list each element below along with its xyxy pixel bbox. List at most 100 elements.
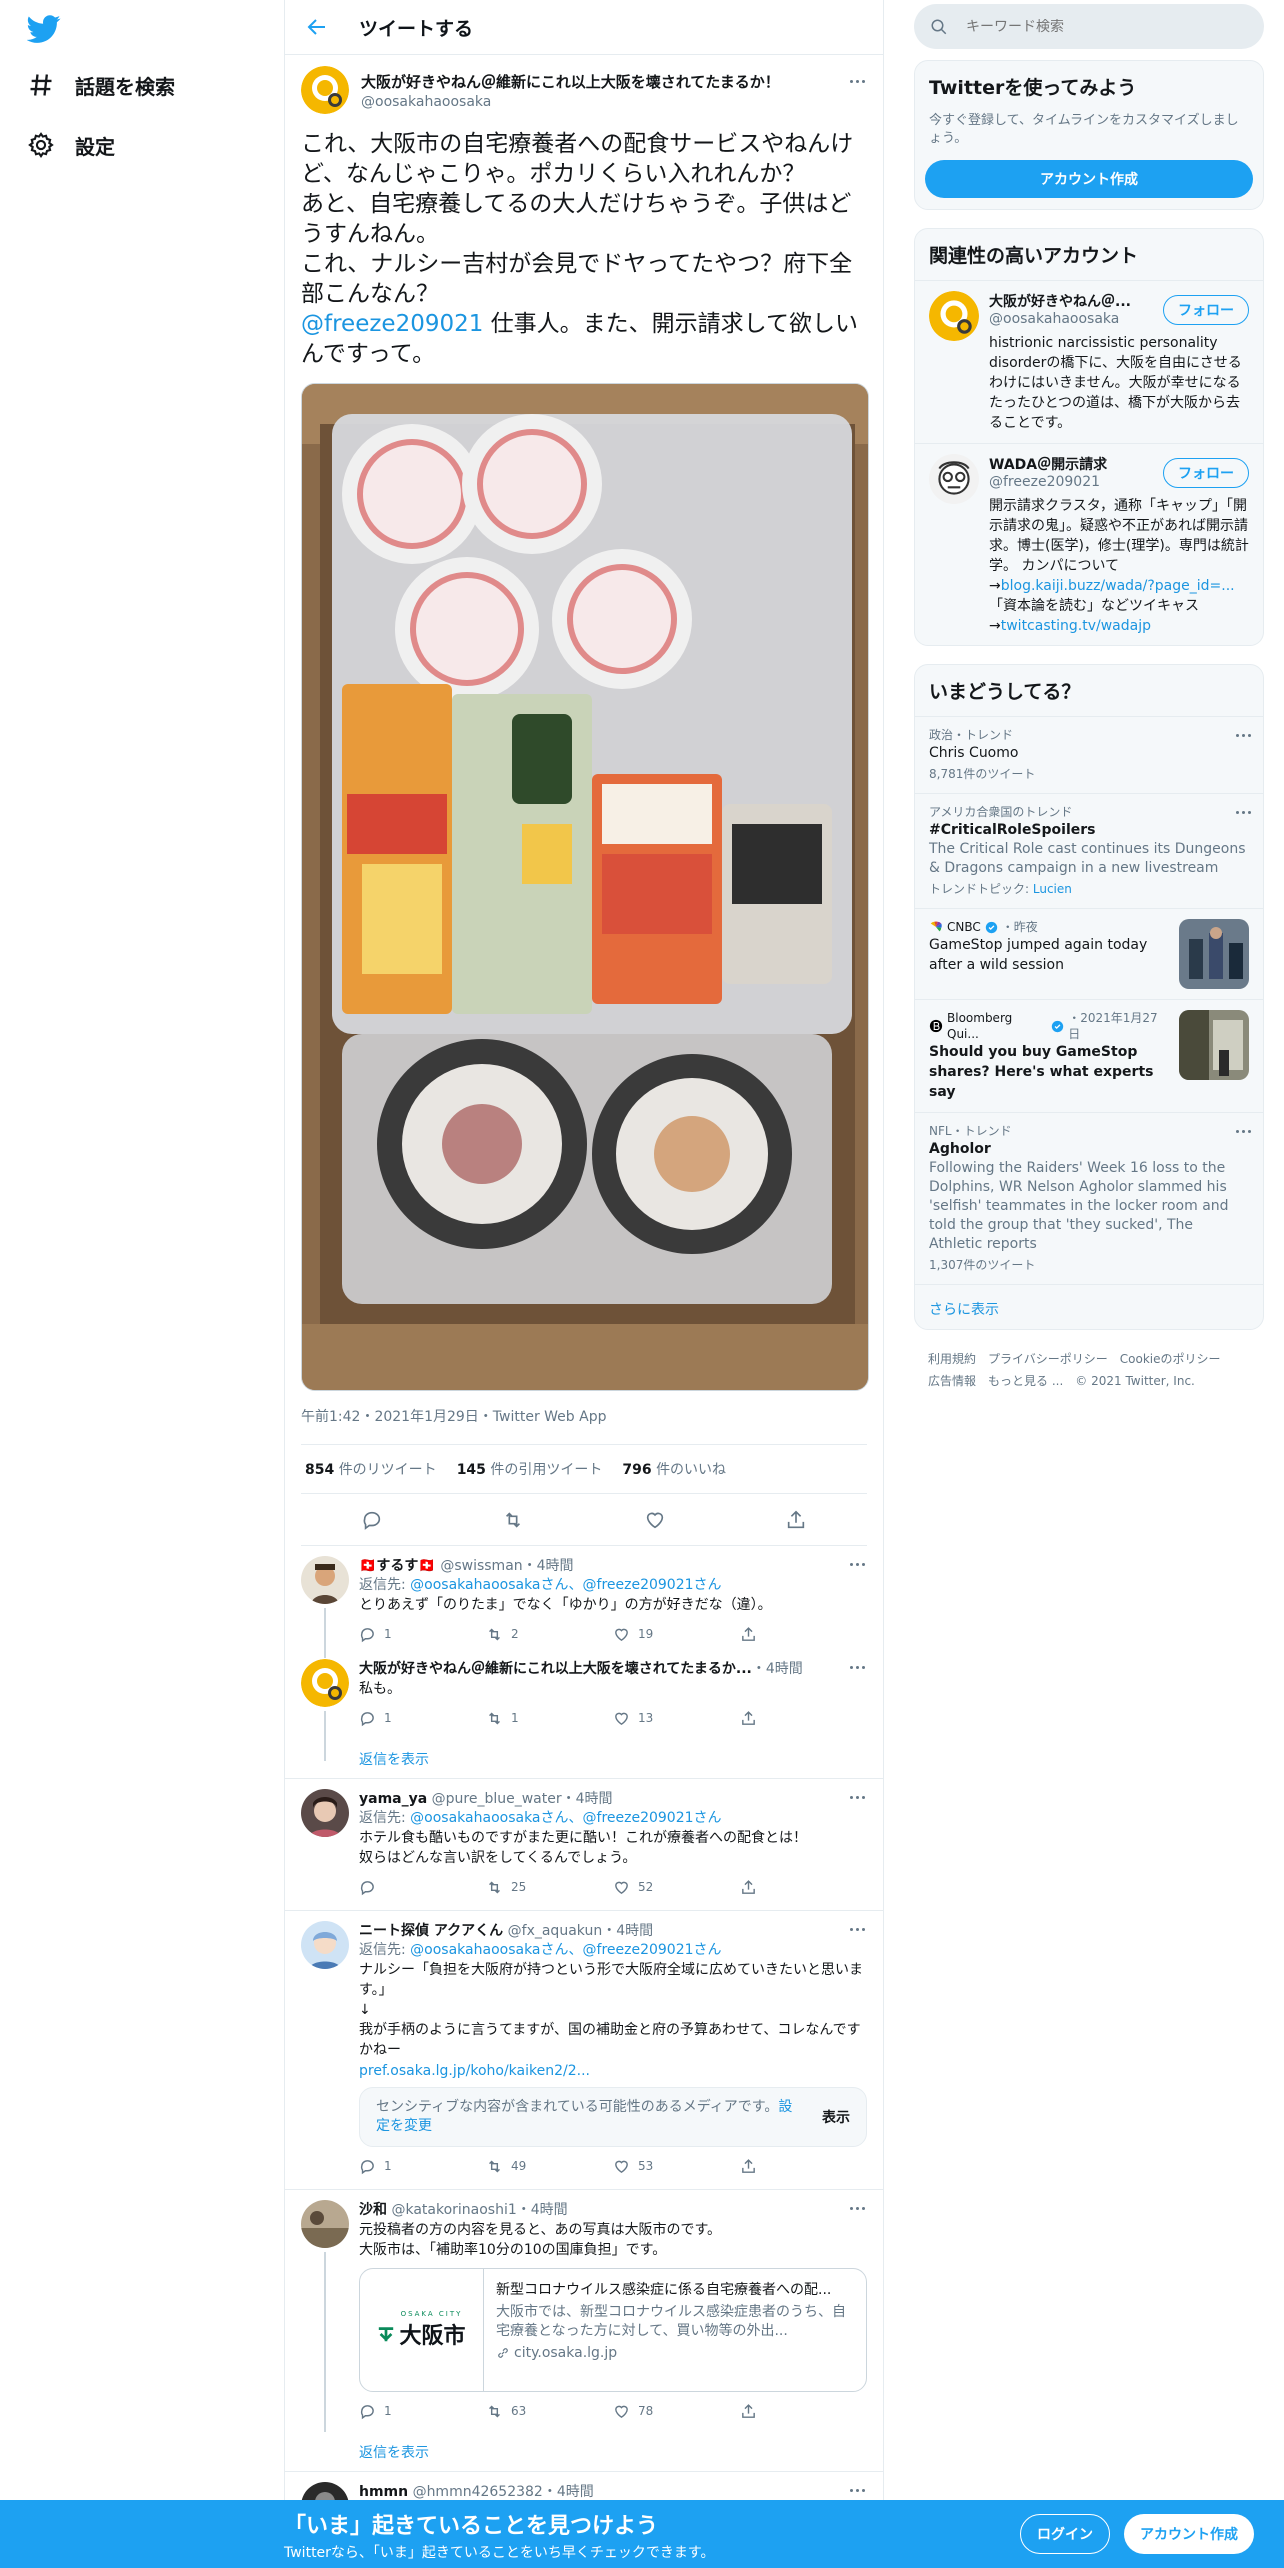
author-handle[interactable]: @oosakahaoosaka <box>361 94 780 110</box>
share-button[interactable] <box>740 2158 867 2175</box>
retweet-button[interactable]: 25 <box>486 1879 613 1896</box>
more-options-icon[interactable] <box>847 1921 867 1937</box>
reply-tweet[interactable]: yama_ya @pure_blue_water・4時間 返信先: @oosak… <box>285 1779 883 1911</box>
retweet-button[interactable]: 2 <box>486 1626 613 1643</box>
show-replies-link[interactable]: 返信を表示 <box>285 1741 883 1779</box>
trend-item[interactable]: NFL・トレンド Agholor Following the Raiders' … <box>915 1112 1263 1284</box>
footer-link[interactable]: Cookieのポリシー <box>1120 1352 1221 1366</box>
like-icon[interactable] <box>644 1509 666 1531</box>
reply-author-name[interactable]: 大阪が好きやねん＠維新にこれ以上大阪を壊されてたまるか... <box>359 1661 752 1677</box>
reply-author-handle[interactable]: @swissman <box>440 1558 522 1574</box>
tweet-timestamp[interactable]: 午前1:42・2021年1月29日・Twitter Web App <box>301 1406 867 1434</box>
author-name[interactable]: 大阪が好きやねん＠維新にこれ以上大阪を壊されてたまるか！ <box>361 71 780 92</box>
more-options-icon[interactable] <box>1233 1123 1253 1139</box>
more-options-icon[interactable] <box>847 73 867 89</box>
reply-author-name[interactable]: 沙和 <box>359 2202 387 2218</box>
reply-button[interactable]: 1 <box>359 1626 486 1643</box>
bio-link[interactable]: blog.kaiji.buzz/wada/?page_id=... <box>1001 578 1235 594</box>
bio-link[interactable]: twitcasting.tv/wadajp <box>1001 618 1151 634</box>
reply-link[interactable]: pref.osaka.lg.jp/koho/kaiken2/2... <box>359 2063 590 2079</box>
reply-to-link[interactable]: @oosakahaoosakaさん、@freeze209021さん <box>410 1810 721 1826</box>
reply-author-name[interactable]: ニート探偵 アクアくん <box>359 1923 503 1939</box>
avatar[interactable] <box>929 291 979 341</box>
reply-author-name[interactable]: 🇨🇭するす🇨🇭 <box>359 1558 436 1574</box>
like-button[interactable]: 78 <box>613 2403 740 2420</box>
link-card[interactable]: OSAKA CITY 大阪市 新型コロナウイルス感染症に係る自宅療養者への配..… <box>359 2268 867 2392</box>
trend-topic-link[interactable]: Lucien <box>1033 882 1072 896</box>
account-item[interactable]: WADA＠開示請求 @freeze209021 開示請求クラスタ，通称「キャップ… <box>915 443 1263 645</box>
avatar[interactable] <box>301 2200 349 2248</box>
avatar[interactable] <box>301 1789 349 1837</box>
reply-author-handle[interactable]: @katakorinaoshi1 <box>391 2202 516 2218</box>
footer-link[interactable]: もっと見る ... <box>988 1374 1063 1388</box>
news-item[interactable]: CNBC ・昨夜 GameStop jumped again today afte… <box>915 908 1263 999</box>
reply-author-name[interactable]: hmmn <box>359 2484 408 2500</box>
reply-button[interactable]: 1 <box>359 2403 486 2420</box>
share-button[interactable] <box>740 1626 867 1643</box>
tweet-photo[interactable] <box>301 383 869 1391</box>
reply-to-link[interactable]: @oosakahaoosakaさん、@freeze209021さん <box>410 1577 721 1593</box>
news-item[interactable]: Bloomberg Qui... ・2021年1月27日 Should you b… <box>915 999 1263 1112</box>
reply-button[interactable]: 1 <box>359 2158 486 2175</box>
share-button[interactable] <box>740 1710 867 1727</box>
retweet-count[interactable]: 854 件のリツイート <box>305 1459 437 1479</box>
reply-tweet[interactable]: ニート探偵 アクアくん @fx_aquakun・4時間 返信先: @oosaka… <box>285 1911 883 2190</box>
like-count[interactable]: 796 件のいいね <box>622 1459 726 1479</box>
share-icon[interactable] <box>785 1509 807 1531</box>
trend-item[interactable]: アメリカ合衆国のトレンド #CriticalRoleSpoilers The C… <box>915 793 1263 908</box>
reply-time[interactable]: ・4時間 <box>602 1923 653 1939</box>
mention-link[interactable]: @freeze209021 <box>301 311 483 337</box>
account-item[interactable]: 大阪が好きやねん＠... @oosakahaoosaka histrionic … <box>915 280 1263 443</box>
reply-icon[interactable] <box>361 1509 383 1531</box>
footer-link[interactable]: 利用規約 <box>928 1352 976 1366</box>
reply-time[interactable]: ・4時間 <box>517 2202 568 2218</box>
like-button[interactable]: 52 <box>613 1879 740 1896</box>
reply-time[interactable]: ・4時間 <box>543 2484 594 2500</box>
reply-button[interactable]: 1 <box>359 1710 486 1727</box>
search-input[interactable] <box>966 18 1246 35</box>
footer-link[interactable]: プライバシーポリシー <box>988 1352 1108 1366</box>
retweet-icon[interactable] <box>502 1509 524 1531</box>
retweet-button[interactable]: 1 <box>486 1710 613 1727</box>
login-button[interactable]: ログイン <box>1020 2514 1110 2554</box>
follow-button[interactable]: フォロー <box>1163 295 1249 325</box>
more-options-icon[interactable] <box>847 1659 867 1675</box>
quote-count[interactable]: 145 件の引用ツイート <box>457 1459 603 1479</box>
trend-item[interactable]: 政治・トレンド Chris Cuomo 8,781件のツイート <box>915 716 1263 793</box>
avatar[interactable] <box>301 1556 349 1604</box>
more-options-icon[interactable] <box>847 2482 867 2498</box>
more-options-icon[interactable] <box>847 1789 867 1805</box>
reply-author-handle[interactable]: @hmmn42652382 <box>413 2484 543 2500</box>
retweet-button[interactable]: 49 <box>486 2158 613 2175</box>
reply-time[interactable]: ・4時間 <box>523 1558 574 1574</box>
reply-author-handle[interactable]: @pure_blue_water <box>432 1791 562 1807</box>
account-name[interactable]: WADA＠開示請求 <box>989 454 1149 474</box>
show-replies-link[interactable]: 返信を表示 <box>285 2434 883 2472</box>
more-options-icon[interactable] <box>847 1556 867 1572</box>
follow-button[interactable]: フォロー <box>1163 458 1249 488</box>
more-options-icon[interactable] <box>1233 727 1253 743</box>
like-button[interactable]: 53 <box>613 2158 740 2175</box>
share-button[interactable] <box>740 1879 867 1896</box>
more-options-icon[interactable] <box>1233 804 1253 820</box>
reply-author-name[interactable]: yama_ya <box>359 1791 427 1807</box>
footer-link[interactable]: 広告情報 <box>928 1374 976 1388</box>
create-account-button[interactable]: アカウント作成 <box>925 160 1253 198</box>
avatar[interactable] <box>929 454 979 504</box>
reply-tweet[interactable]: 🇨🇭するす🇨🇭 @swissman・4時間 返信先: @oosakahaoosa… <box>285 1546 883 1658</box>
retweet-button[interactable]: 63 <box>486 2403 613 2420</box>
back-arrow-icon[interactable] <box>305 15 329 39</box>
reply-tweet[interactable]: 沙和 @katakorinaoshi1・4時間 元投稿者の方の内容を見ると、あの… <box>285 2190 883 2434</box>
avatar[interactable] <box>301 1659 349 1707</box>
nav-explore[interactable]: 話題を検索 <box>27 65 175 105</box>
avatar[interactable] <box>301 66 349 114</box>
more-options-icon[interactable] <box>847 2200 867 2216</box>
nav-settings[interactable]: 設定 <box>27 125 115 165</box>
reply-author-handle[interactable]: @fx_aquakun <box>508 1923 603 1939</box>
share-button[interactable] <box>740 2403 867 2420</box>
reply-button[interactable] <box>359 1879 486 1896</box>
like-button[interactable]: 13 <box>613 1710 740 1727</box>
reply-time[interactable]: ・4時間 <box>752 1661 803 1677</box>
like-button[interactable]: 19 <box>613 1626 740 1643</box>
account-name[interactable]: 大阪が好きやねん＠... <box>989 291 1149 311</box>
